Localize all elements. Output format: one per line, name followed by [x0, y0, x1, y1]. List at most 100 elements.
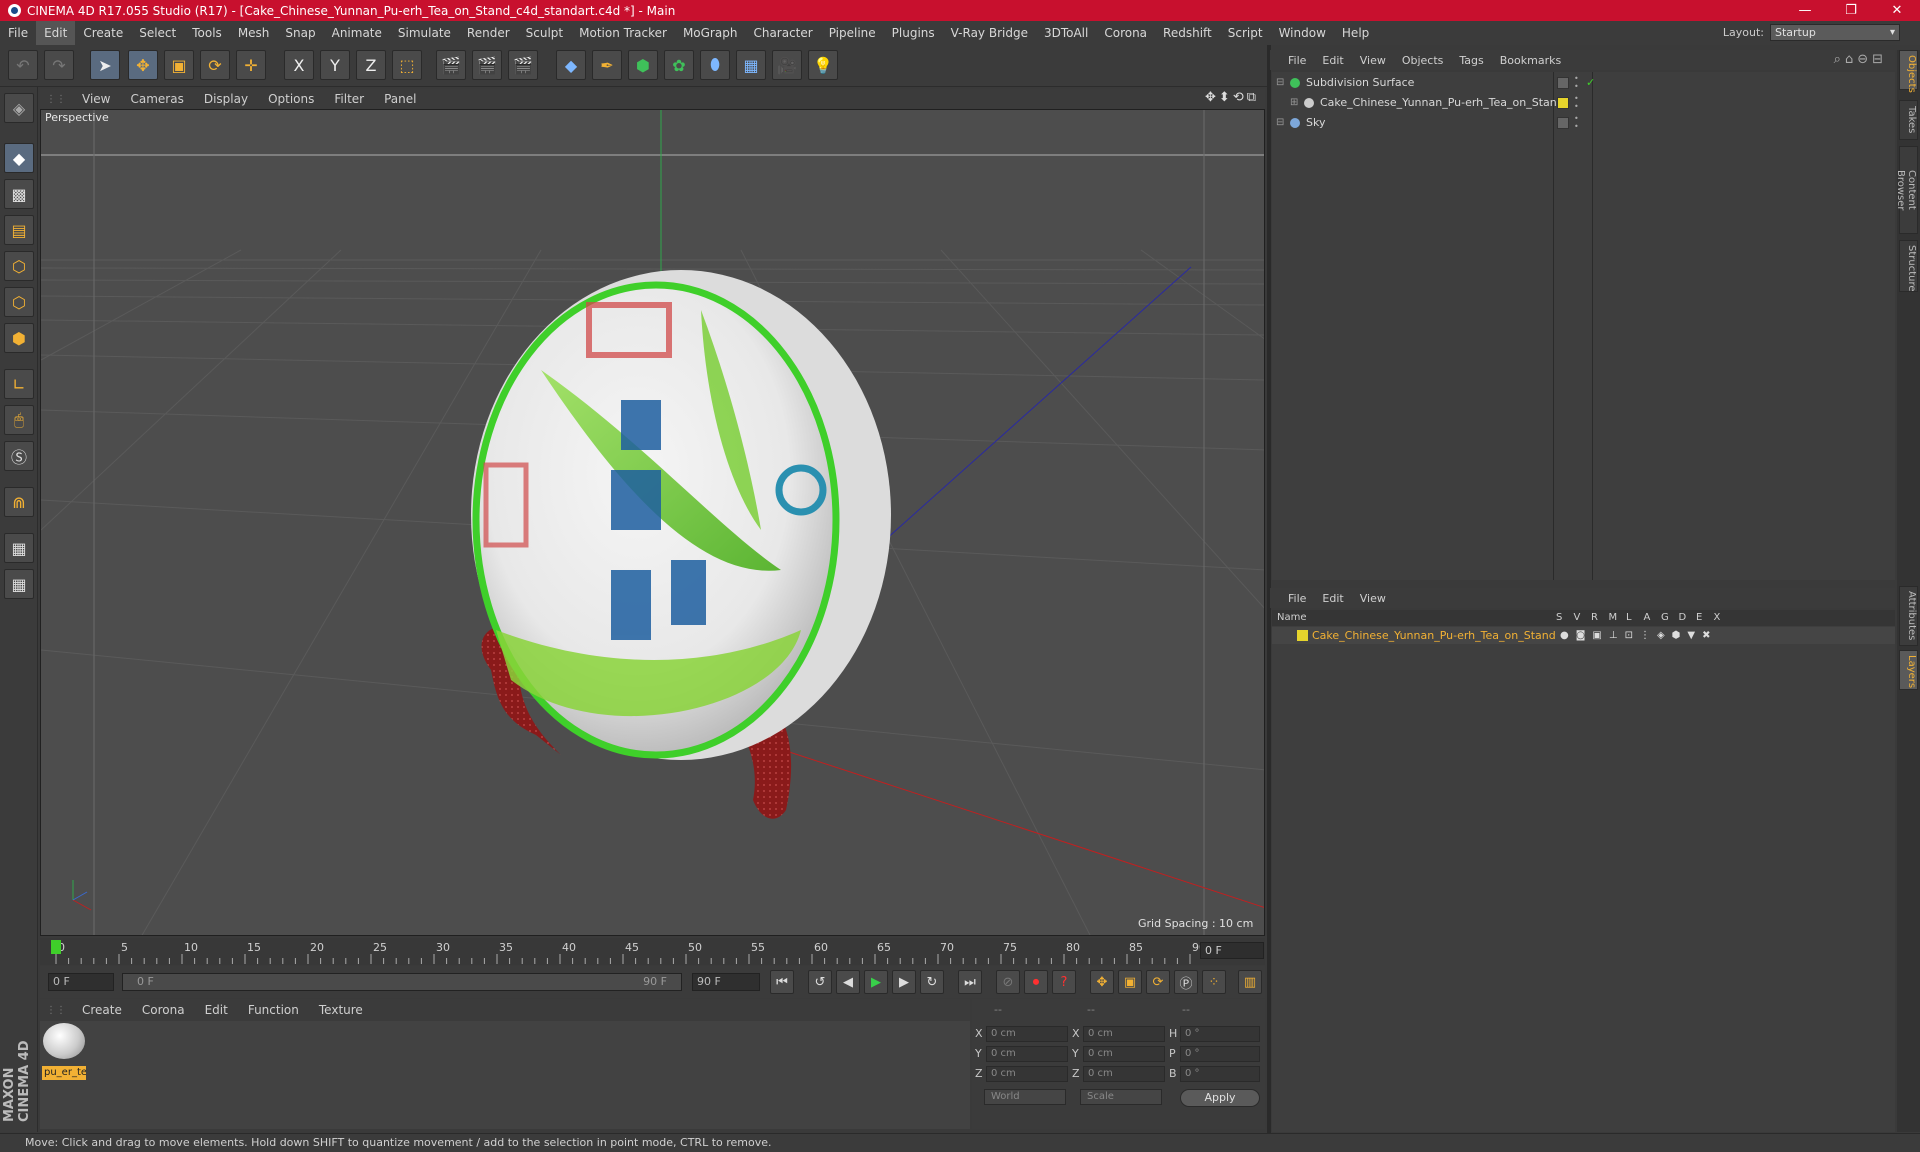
previous-key-button[interactable]: ↺	[808, 970, 832, 994]
coord-size-z-field[interactable]: 0 cm	[1083, 1066, 1165, 1082]
side-tab-takes[interactable]: Takes	[1899, 100, 1918, 140]
layer-col-v[interactable]: V	[1574, 610, 1592, 626]
menu-v-ray-bridge[interactable]: V-Ray Bridge	[943, 21, 1036, 45]
menu-script[interactable]: Script	[1220, 21, 1271, 45]
workplane-lock-button[interactable]: ▦	[4, 533, 34, 563]
material-thumbnail[interactable]	[43, 1023, 85, 1059]
timeline-window-button[interactable]: ▥	[1238, 970, 1262, 994]
live-selection-button[interactable]: ➤	[90, 50, 120, 80]
layer-menu-view[interactable]: View	[1352, 592, 1394, 605]
object-layer-tag[interactable]	[1557, 97, 1569, 109]
current-frame-field[interactable]: 0 F	[1200, 942, 1264, 959]
coordinate-mode-dropdown[interactable]: World	[984, 1089, 1066, 1105]
tweak-mode-button[interactable]: 🖱	[4, 405, 34, 435]
workplane-align-button[interactable]: ▦	[4, 569, 34, 599]
points-mode-button[interactable]: ⬡	[4, 251, 34, 281]
side-tab-layers[interactable]: Layers	[1899, 650, 1918, 690]
menu-render[interactable]: Render	[459, 21, 518, 45]
key-scale-button[interactable]: ▣	[1118, 970, 1142, 994]
next-key-button[interactable]: ↻	[920, 970, 944, 994]
menu-character[interactable]: Character	[745, 21, 820, 45]
key-parameter-button[interactable]: Ⓟ	[1174, 970, 1198, 994]
menu-3dtoall[interactable]: 3DToAll	[1036, 21, 1096, 45]
menu-pipeline[interactable]: Pipeline	[821, 21, 884, 45]
menu-corona[interactable]: Corona	[1096, 21, 1155, 45]
menu-edit[interactable]: Edit	[36, 21, 76, 45]
menu-animate[interactable]: Animate	[324, 21, 390, 45]
layer-col-e[interactable]: E	[1696, 610, 1714, 626]
undo-button[interactable]: ↶	[8, 50, 38, 80]
menu-mograph[interactable]: MoGraph	[675, 21, 746, 45]
object-menu-view[interactable]: View	[1352, 54, 1394, 67]
layer-color-swatch[interactable]	[1297, 630, 1308, 641]
object-menu-edit[interactable]: Edit	[1314, 54, 1351, 67]
layer-menu-edit[interactable]: Edit	[1314, 592, 1351, 605]
redo-button[interactable]: ↷	[44, 50, 74, 80]
menu-select[interactable]: Select	[131, 21, 184, 45]
deformer-button[interactable]: ⬮	[700, 50, 730, 80]
transform-tool-button[interactable]: ✛	[236, 50, 266, 80]
minimize-button[interactable]: —	[1782, 0, 1828, 21]
material-menu-corona[interactable]: Corona	[132, 1003, 195, 1017]
menu-tools[interactable]: Tools	[184, 21, 230, 45]
texture-mode-button[interactable]: ▩	[4, 179, 34, 209]
material-menu-create[interactable]: Create	[72, 1003, 132, 1017]
tree-expand-icon[interactable]: ⊞	[1290, 94, 1298, 112]
floor-button[interactable]: ▦	[736, 50, 766, 80]
layer-col-m[interactable]: M	[1609, 610, 1627, 626]
3d-viewport[interactable]	[40, 109, 1265, 936]
start-frame-field[interactable]: 0 F	[48, 973, 114, 991]
cube-primitive-button[interactable]: ◆	[556, 50, 586, 80]
record-active-button[interactable]: ⏺	[1024, 970, 1048, 994]
menu-help[interactable]: Help	[1334, 21, 1377, 45]
viewport-menu-display[interactable]: Display	[194, 92, 258, 106]
side-tab-structure[interactable]: Structure	[1899, 240, 1918, 292]
object-menu-file[interactable]: File	[1280, 54, 1314, 67]
viewport-menu-filter[interactable]: Filter	[324, 92, 374, 106]
viewport-menu-view[interactable]: View	[72, 92, 120, 106]
render-view-button[interactable]: 🎬	[436, 50, 466, 80]
material-menu-edit[interactable]: Edit	[195, 1003, 238, 1017]
spline-pen-button[interactable]: ✒	[592, 50, 622, 80]
visibility-dots[interactable]: • •	[1574, 115, 1579, 131]
object-row[interactable]: ⊟ Sky • •	[1272, 114, 1895, 132]
menu-file[interactable]: File	[0, 21, 36, 45]
layer-col-r[interactable]: R	[1591, 610, 1609, 626]
coord-position-z-field[interactable]: 0 cm	[986, 1066, 1068, 1082]
magnet-button[interactable]: ⋒	[4, 487, 34, 517]
layer-row[interactable]: Cake_Chinese_Yunnan_Pu-erh_Tea_on_Stand …	[1272, 627, 1895, 644]
close-button[interactable]: ✕	[1874, 0, 1920, 21]
viewport-menu-options[interactable]: Options	[258, 92, 324, 106]
frame-range-slider[interactable]: 0 F 90 F	[122, 973, 682, 991]
go-to-end-button[interactable]: ⏭	[958, 970, 982, 994]
scale-tool-button[interactable]: ▣	[164, 50, 194, 80]
menu-create[interactable]: Create	[75, 21, 131, 45]
layer-col-g[interactable]: G	[1661, 610, 1679, 626]
y-axis-lock-button[interactable]: Y	[320, 50, 350, 80]
material-menu-texture[interactable]: Texture	[309, 1003, 373, 1017]
layer-col-x[interactable]: X	[1714, 610, 1732, 626]
record-keys-off-button[interactable]: ⊘	[996, 970, 1020, 994]
render-picture-viewer-button[interactable]: 🎬	[472, 50, 502, 80]
coord-position-y-field[interactable]: 0 cm	[986, 1046, 1068, 1062]
object-layer-tag[interactable]	[1557, 117, 1569, 129]
object-name[interactable]: Subdivision Surface	[1306, 74, 1414, 92]
coordinate-system-button[interactable]: ⬚	[392, 50, 422, 80]
object-name[interactable]: Sky	[1306, 114, 1325, 132]
model-mode-button[interactable]: ◆	[4, 143, 34, 173]
object-layer-tag[interactable]	[1557, 77, 1569, 89]
axis-mode-button[interactable]: ∟	[4, 369, 34, 399]
object-menu-bookmarks[interactable]: Bookmarks	[1492, 54, 1569, 67]
menu-snap[interactable]: Snap	[277, 21, 323, 45]
object-list[interactable]	[1272, 72, 1895, 580]
render-settings-button[interactable]: 🎬	[508, 50, 538, 80]
layout-dropdown[interactable]: Startup	[1770, 24, 1900, 41]
coord-rotation-h-field[interactable]: 0 °	[1180, 1026, 1260, 1042]
object-menu-tags[interactable]: Tags	[1451, 54, 1491, 67]
menu-plugins[interactable]: Plugins	[884, 21, 943, 45]
object-row[interactable]: ⊞ Cake_Chinese_Yunnan_Pu-erh_Tea_on_Stand…	[1272, 94, 1895, 112]
light-button[interactable]: 💡	[808, 50, 838, 80]
menu-window[interactable]: Window	[1271, 21, 1334, 45]
rotate-tool-button[interactable]: ⟳	[200, 50, 230, 80]
enabled-check-icon[interactable]: ✓	[1586, 74, 1595, 92]
